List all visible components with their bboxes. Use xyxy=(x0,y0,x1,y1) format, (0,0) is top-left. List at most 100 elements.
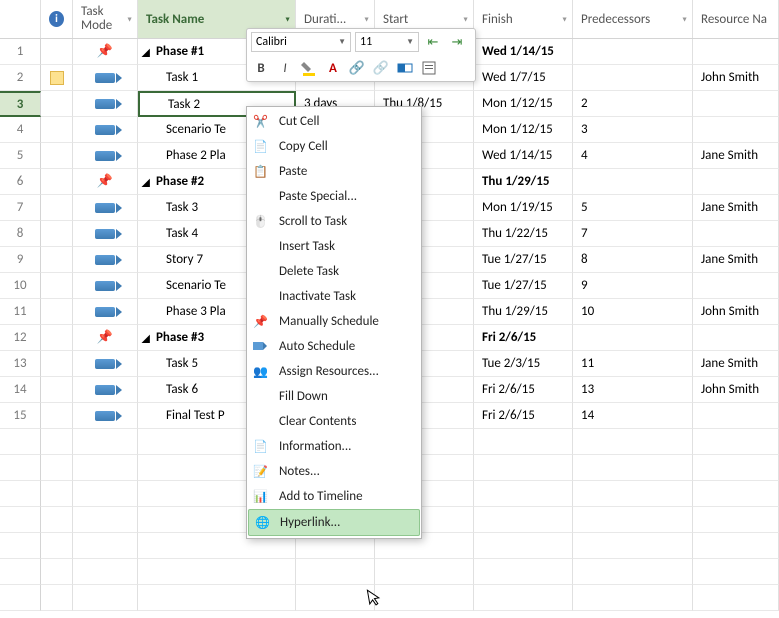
empty-cell[interactable] xyxy=(0,559,41,585)
collapse-toggle-icon[interactable]: ◢ xyxy=(142,175,150,188)
empty-cell[interactable] xyxy=(41,481,73,507)
row-number[interactable]: 14 xyxy=(0,377,41,403)
empty-cell[interactable] xyxy=(73,429,138,455)
empty-cell[interactable] xyxy=(693,507,779,533)
task-mode-cell[interactable] xyxy=(73,195,138,221)
task-mode-cell[interactable] xyxy=(73,247,138,273)
empty-cell[interactable] xyxy=(693,559,779,585)
empty-cell[interactable] xyxy=(375,559,474,585)
ctx-fill-down[interactable]: Fill Down xyxy=(247,384,421,409)
empty-cell[interactable] xyxy=(474,585,573,611)
indicator-header[interactable]: i xyxy=(41,0,73,38)
resource-cell[interactable]: Jane Smith xyxy=(693,247,779,273)
predecessors-cell[interactable]: 13 xyxy=(573,377,693,403)
predecessors-header[interactable]: Predecessors▼ xyxy=(573,0,693,38)
task-mode-cell[interactable] xyxy=(73,273,138,299)
chevron-down-icon[interactable]: ▼ xyxy=(561,15,568,24)
chevron-down-icon[interactable]: ▼ xyxy=(462,15,469,24)
empty-cell[interactable] xyxy=(474,481,573,507)
resource-cell[interactable]: John Smith xyxy=(693,65,779,91)
ctx-information[interactable]: 📄Information... xyxy=(247,434,421,459)
indent-button[interactable]: ⇥ xyxy=(447,32,467,52)
predecessors-cell[interactable]: 9 xyxy=(573,273,693,299)
task-mode-cell[interactable]: 📌 xyxy=(73,39,138,65)
italic-button[interactable]: I xyxy=(275,58,295,78)
predecessors-cell[interactable]: 3 xyxy=(573,117,693,143)
empty-cell[interactable] xyxy=(375,585,474,611)
ctx-manually-schedule[interactable]: 📌Manually Schedule xyxy=(247,309,421,334)
row-number[interactable]: 9 xyxy=(0,247,41,273)
task-mode-header[interactable]: TaskMode▼ xyxy=(73,0,138,38)
predecessors-cell[interactable] xyxy=(573,65,693,91)
empty-cell[interactable] xyxy=(693,533,779,559)
chevron-down-icon[interactable]: ▼ xyxy=(284,15,291,24)
task-mode-cell[interactable] xyxy=(73,377,138,403)
finish-cell[interactable]: Fri 2/6/15 xyxy=(474,377,573,403)
empty-cell[interactable] xyxy=(41,455,73,481)
empty-cell[interactable] xyxy=(73,507,138,533)
empty-cell[interactable] xyxy=(474,559,573,585)
empty-cell[interactable] xyxy=(573,481,693,507)
empty-cell[interactable] xyxy=(41,429,73,455)
row-number[interactable]: 10 xyxy=(0,273,41,299)
ctx-insert-task[interactable]: Insert Task xyxy=(247,234,421,259)
resource-cell[interactable] xyxy=(693,117,779,143)
resource-cell[interactable] xyxy=(693,221,779,247)
resource-cell[interactable] xyxy=(693,91,779,117)
predecessors-cell[interactable] xyxy=(573,325,693,351)
task-mode-cell[interactable] xyxy=(73,91,138,117)
empty-cell[interactable] xyxy=(573,429,693,455)
finish-cell[interactable]: Tue 1/27/15 xyxy=(474,273,573,299)
empty-cell[interactable] xyxy=(474,507,573,533)
finish-cell[interactable]: Mon 1/12/15 xyxy=(474,117,573,143)
row-number[interactable]: 7 xyxy=(0,195,41,221)
resource-cell[interactable]: John Smith xyxy=(693,377,779,403)
empty-row[interactable] xyxy=(0,585,779,611)
empty-cell[interactable] xyxy=(0,585,41,611)
finish-cell[interactable]: Wed 1/7/15 xyxy=(474,65,573,91)
row-number[interactable]: 5 xyxy=(0,143,41,169)
percent-complete-button[interactable] xyxy=(395,58,415,78)
finish-header[interactable]: Finish▼ xyxy=(474,0,573,38)
empty-cell[interactable] xyxy=(0,533,41,559)
task-mode-cell[interactable] xyxy=(73,117,138,143)
empty-cell[interactable] xyxy=(693,455,779,481)
empty-cell[interactable] xyxy=(73,559,138,585)
predecessors-cell[interactable]: 14 xyxy=(573,403,693,429)
collapse-toggle-icon[interactable]: ◢ xyxy=(142,331,150,344)
empty-cell[interactable] xyxy=(0,481,41,507)
empty-cell[interactable] xyxy=(573,585,693,611)
resource-cell[interactable]: Jane Smith xyxy=(693,143,779,169)
empty-cell[interactable] xyxy=(0,455,41,481)
empty-cell[interactable] xyxy=(693,429,779,455)
empty-cell[interactable] xyxy=(41,507,73,533)
predecessors-cell[interactable] xyxy=(573,169,693,195)
finish-cell[interactable]: Fri 2/6/15 xyxy=(474,403,573,429)
finish-cell[interactable]: Wed 1/14/15 xyxy=(474,143,573,169)
empty-cell[interactable] xyxy=(41,559,73,585)
ctx-copy[interactable]: 📄Copy Cell xyxy=(247,134,421,159)
rownum-header[interactable] xyxy=(0,0,41,38)
empty-cell[interactable] xyxy=(138,585,296,611)
empty-cell[interactable] xyxy=(296,585,375,611)
link-icon[interactable]: 🔗 xyxy=(347,58,367,78)
finish-cell[interactable]: Tue 2/3/15 xyxy=(474,351,573,377)
ctx-cut[interactable]: ✂️Cut Cell xyxy=(247,109,421,134)
ctx-paste[interactable]: 📋Paste xyxy=(247,159,421,184)
resource-cell[interactable] xyxy=(693,403,779,429)
finish-cell[interactable]: Thu 1/29/15 xyxy=(474,169,573,195)
row-number[interactable]: 11 xyxy=(0,299,41,325)
task-mode-cell[interactable]: 📌 xyxy=(73,169,138,195)
row-number[interactable]: 1 xyxy=(0,39,41,65)
empty-cell[interactable] xyxy=(573,533,693,559)
ctx-inactivate-task[interactable]: Inactivate Task xyxy=(247,284,421,309)
finish-cell[interactable]: Thu 1/29/15 xyxy=(474,299,573,325)
task-mode-cell[interactable] xyxy=(73,65,138,91)
outdent-button[interactable]: ⇤ xyxy=(423,32,443,52)
resource-header[interactable]: Resource Na xyxy=(693,0,779,38)
font-size-combo[interactable]: 11▼ xyxy=(355,32,419,52)
row-number[interactable]: 2 xyxy=(0,65,41,91)
resource-cell[interactable]: Jane Smith xyxy=(693,195,779,221)
ctx-delete-task[interactable]: Delete Task xyxy=(247,259,421,284)
task-mode-cell[interactable] xyxy=(73,351,138,377)
